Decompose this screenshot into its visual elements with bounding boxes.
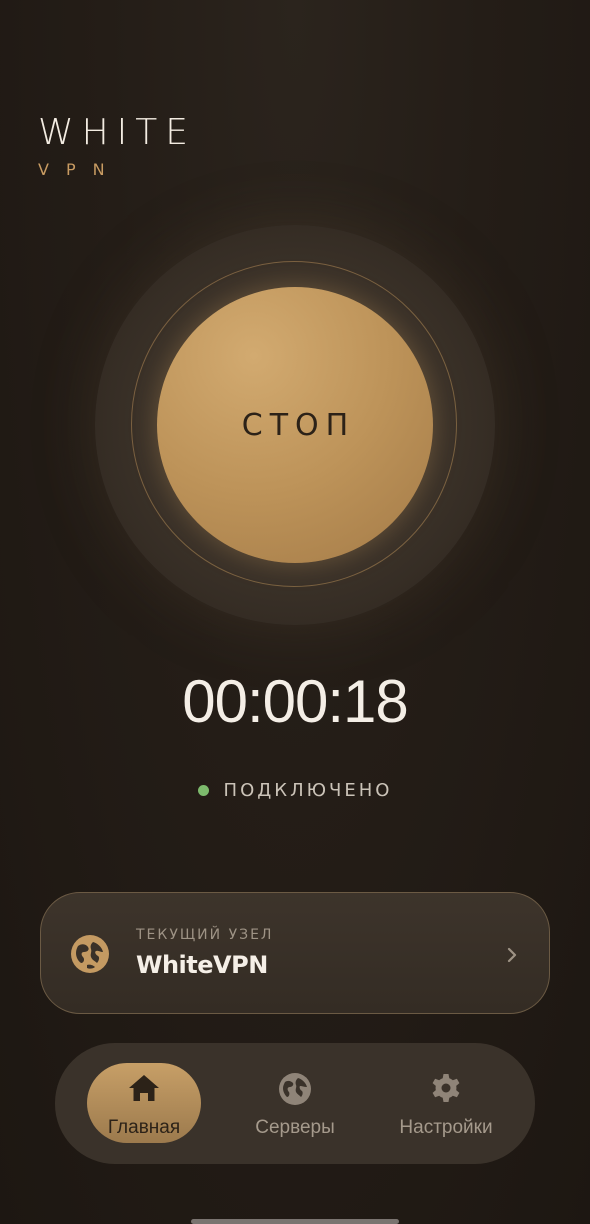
- stop-button[interactable]: СТОП: [157, 287, 433, 563]
- nav-label-settings: Настройки: [399, 1117, 493, 1138]
- status-indicator-dot: [197, 785, 209, 796]
- chevron-right-icon: [507, 947, 517, 963]
- nav-item-settings[interactable]: Настройки: [390, 1063, 502, 1143]
- logo-title: WHITE: [38, 112, 197, 153]
- nav-item-home[interactable]: Главная: [87, 1063, 201, 1143]
- nav-label-home: Главная: [107, 1117, 181, 1138]
- gear-icon: [432, 1074, 460, 1102]
- stop-button-label: СТОП: [241, 407, 356, 443]
- app-logo: WHITE VPN: [38, 112, 196, 180]
- bottom-navigation: Главная Серверы Настройки: [55, 1043, 535, 1164]
- connection-status: ПОДКЛЮЧЕНО: [0, 780, 590, 801]
- connection-timer: 00:00:18: [182, 668, 409, 735]
- current-node-name: WhiteVPN: [136, 951, 268, 979]
- home-indicator[interactable]: [191, 1219, 399, 1224]
- nav-item-servers[interactable]: Серверы: [240, 1063, 350, 1143]
- nav-label-servers: Серверы: [255, 1117, 335, 1138]
- home-icon: [129, 1075, 159, 1101]
- current-node-caption: ТЕКУЩИЙ УЗЕЛ: [136, 927, 274, 943]
- globe-icon: [279, 1073, 311, 1105]
- current-node-card[interactable]: ТЕКУЩИЙ УЗЕЛ WhiteVPN: [40, 892, 550, 1014]
- logo-subtitle: VPN: [38, 160, 122, 179]
- globe-icon: [71, 935, 109, 973]
- status-text: ПОДКЛЮЧЕНО: [223, 780, 393, 801]
